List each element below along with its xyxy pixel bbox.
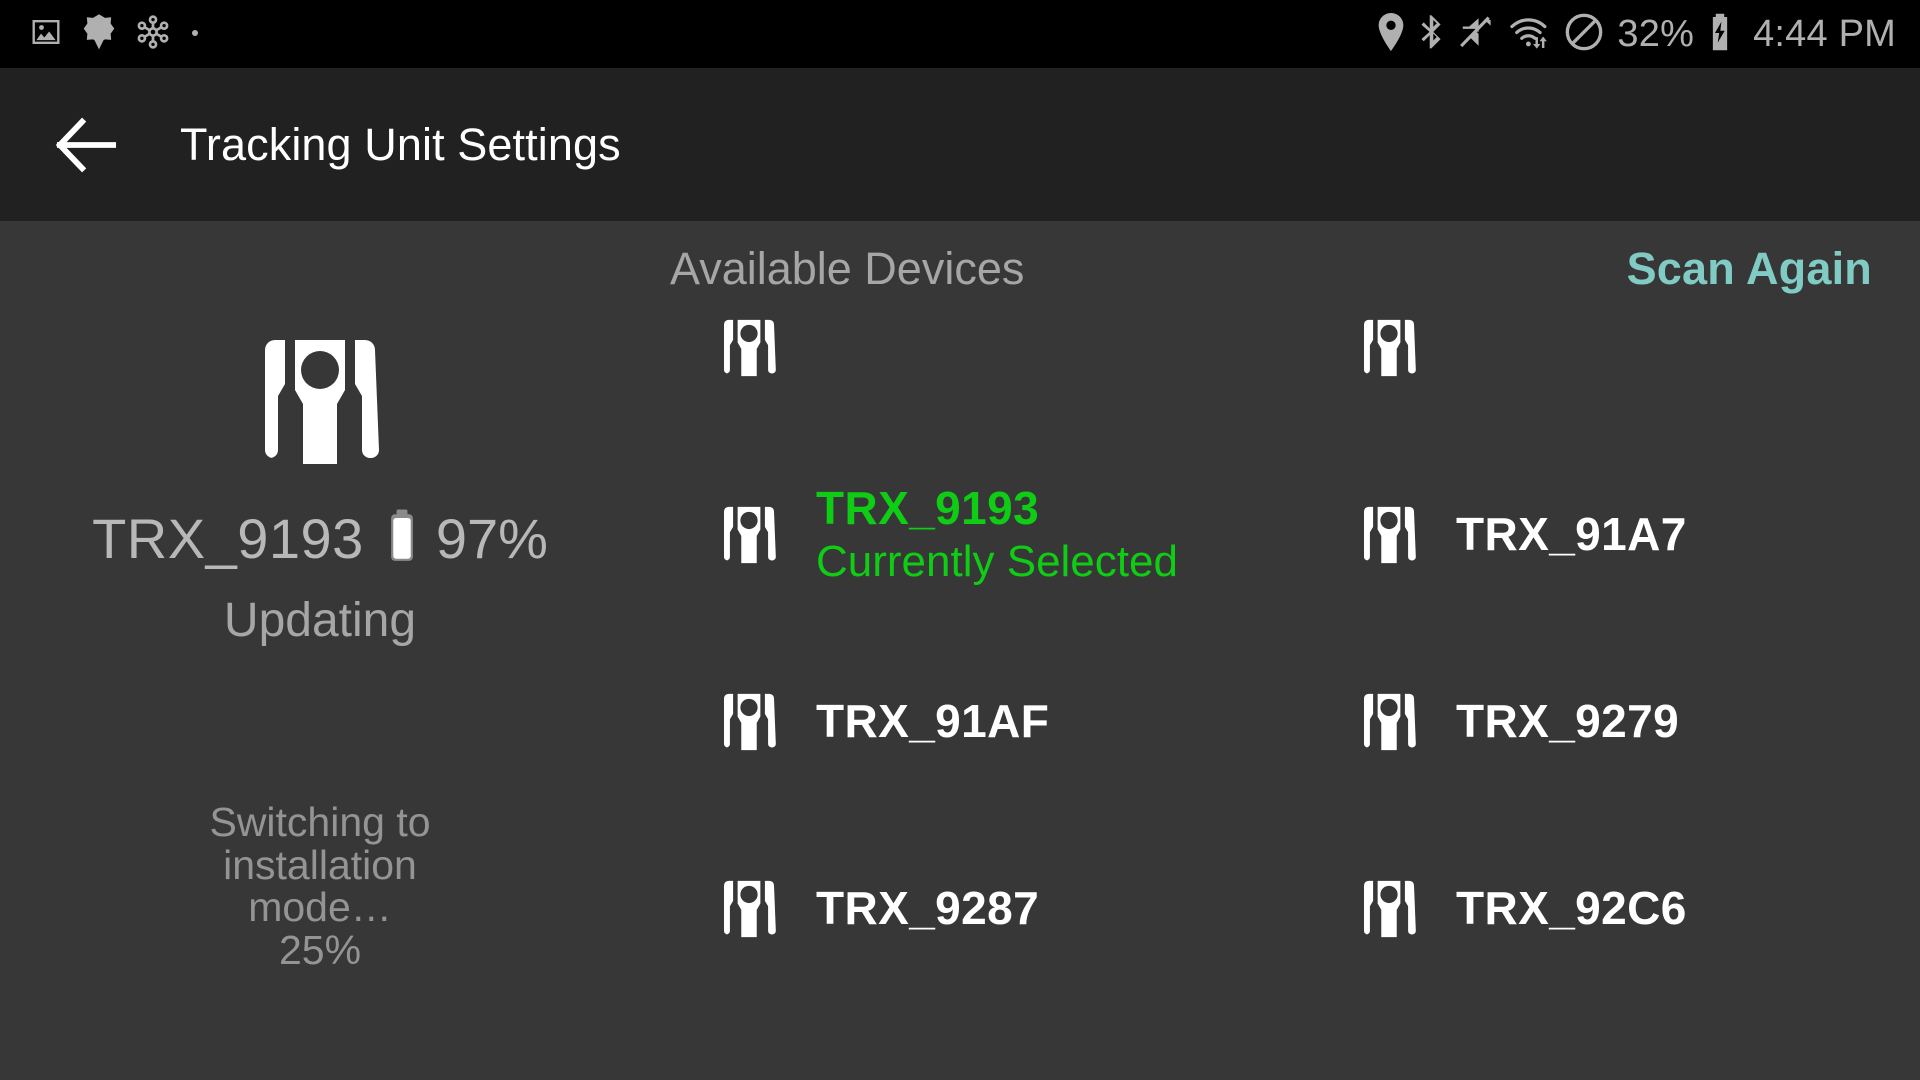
device-item-name: TRX_9193: [816, 481, 1040, 534]
available-devices-label: Available Devices: [670, 243, 1025, 294]
current-device-state: Updating: [223, 594, 417, 647]
status-battery-percent: 32%: [1617, 13, 1695, 55]
device-item-text: TRX_9193 Currently Selected: [816, 482, 1178, 587]
device-item-icon: [1362, 505, 1416, 565]
battery-full-icon: [388, 509, 416, 568]
tracker-device-icon: [724, 506, 776, 563]
tracker-device-icon: [265, 340, 379, 464]
location-pin-icon: [1376, 12, 1406, 57]
device-item-name: TRX_92C6: [1456, 882, 1687, 935]
do-not-disturb-icon: [1564, 12, 1604, 57]
dot-icon: [190, 25, 200, 43]
tracker-device-icon: [724, 693, 776, 750]
current-device-name: TRX_9193: [92, 507, 364, 570]
device-item-status: Currently Selected: [816, 536, 1178, 586]
device-item-icon: [1362, 318, 1416, 378]
tracker-device-icon: [724, 319, 776, 376]
device-list-item-TRX_9287[interactable]: TRX_9287: [640, 815, 1280, 1002]
device-item-name: TRX_91A7: [1456, 508, 1687, 561]
wifi-data-icon: [1509, 14, 1551, 55]
device-list[interactable]: TRX_9193 Currently Selected TRX_91A7 TRX_…: [640, 316, 1920, 1080]
progress-line-2: installation mode…: [223, 841, 417, 931]
device-list-item[interactable]: [640, 316, 1280, 441]
device-item-text: TRX_91A7: [1456, 508, 1687, 561]
device-list-item-TRX_91A7[interactable]: TRX_91A7: [1280, 441, 1920, 628]
back-arrow-icon: [55, 117, 117, 172]
battery-charging-icon: [1707, 12, 1733, 57]
device-list-item-TRX_9193[interactable]: TRX_9193 Currently Selected: [640, 441, 1280, 628]
devices-header: Available Devices Scan Again: [0, 221, 1920, 321]
device-item-icon: [722, 692, 776, 752]
status-clock: 4:44 PM: [1753, 13, 1896, 55]
device-item-icon: [1362, 879, 1416, 939]
device-item-icon: [722, 505, 776, 565]
progress-line-1: Switching to: [209, 799, 431, 845]
current-device-panel: TRX_9193 97% Updating Switching to insta…: [0, 316, 640, 1080]
back-button[interactable]: [38, 97, 134, 193]
progress-percent: 25%: [278, 926, 362, 973]
status-bar-left-icons: [28, 13, 200, 56]
device-item-name: TRX_9279: [1456, 695, 1680, 748]
badge-icon: [82, 13, 116, 56]
current-device-icon-wrap: [0, 336, 640, 468]
device-item-text: TRX_92C6: [1456, 882, 1687, 935]
device-list-item-TRX_92C6[interactable]: TRX_92C6: [1280, 815, 1920, 1002]
main-content: Available Devices Scan Again TRX_9193 97…: [0, 221, 1920, 1080]
volume-muted-icon: [1458, 14, 1496, 55]
progress-message: Switching to installation mode… 25%: [0, 801, 640, 972]
device-item-text: TRX_9279: [1456, 695, 1679, 748]
status-bar-right-icons: 32% 4:44 PM: [1376, 12, 1896, 57]
device-list-inner: TRX_9193 Currently Selected TRX_91A7 TRX_…: [640, 316, 1920, 1002]
device-item-icon: [1362, 692, 1416, 752]
tracker-device-icon: [724, 880, 776, 937]
device-item-name: TRX_91AF: [816, 695, 1050, 748]
bluetooth-icon: [1419, 12, 1445, 57]
device-item-text: TRX_91AF: [816, 695, 1049, 748]
current-device-row: TRX_9193 97%: [0, 506, 640, 571]
device-list-item-TRX_9279[interactable]: TRX_9279: [1280, 628, 1920, 815]
device-list-item-TRX_91AF[interactable]: TRX_91AF: [640, 628, 1280, 815]
tracker-device-icon: [1364, 506, 1416, 563]
page-title: Tracking Unit Settings: [180, 118, 621, 170]
scan-again-button[interactable]: Scan Again: [1627, 243, 1872, 295]
current-device-battery-percent: 97%: [435, 507, 548, 570]
app-screen: 32% 4:44 PM Tracking Unit Settings Avail…: [0, 0, 1920, 1080]
device-list-item[interactable]: [1280, 316, 1920, 441]
tracker-device-icon: [1364, 693, 1416, 750]
app-bar: Tracking Unit Settings: [0, 68, 1920, 221]
tracker-device-icon: [1364, 880, 1416, 937]
tracker-device-icon: [1364, 319, 1416, 376]
device-item-icon: [722, 318, 776, 378]
device-item-icon: [722, 879, 776, 939]
network-hub-icon: [134, 13, 172, 56]
status-bar: 32% 4:44 PM: [0, 0, 1920, 68]
device-item-name: TRX_9287: [816, 882, 1040, 935]
device-item-text: TRX_9287: [816, 882, 1039, 935]
image-icon: [28, 14, 64, 55]
